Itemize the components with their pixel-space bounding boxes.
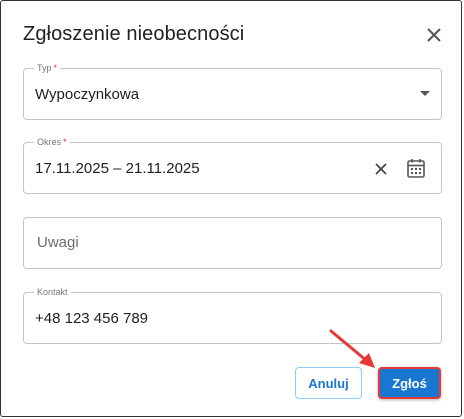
notes-placeholder: Uwagi: [37, 234, 79, 251]
period-label-text: Okres: [37, 137, 62, 147]
calendar-icon[interactable]: [406, 157, 426, 179]
required-mark: *: [63, 137, 67, 147]
contact-value: +48 123 456 789: [35, 310, 149, 327]
period-label: Okres *: [34, 136, 70, 148]
notes-field[interactable]: Uwagi: [23, 217, 442, 269]
type-select[interactable]: Typ * Wypoczynkowa: [23, 62, 442, 120]
type-value: Wypoczynkowa: [35, 86, 140, 103]
chevron-down-icon[interactable]: [420, 91, 430, 96]
close-icon[interactable]: [423, 24, 445, 46]
absence-request-dialog: Zgłoszenie nieobecności Typ * Wypoczynkow…: [0, 0, 462, 417]
type-label-text: Typ: [37, 63, 52, 73]
cancel-button[interactable]: Anuluj: [295, 367, 362, 399]
period-value: 17.11.2025 – 21.11.2025: [35, 160, 200, 177]
contact-label: Kontakt: [34, 286, 71, 298]
clear-icon[interactable]: [373, 161, 389, 177]
dialog-title: Zgłoszenie nieobecności: [23, 23, 245, 45]
period-field[interactable]: Okres * 17.11.2025 – 21.11.2025: [23, 136, 442, 194]
submit-button[interactable]: Zgłoś: [378, 367, 441, 399]
type-label: Typ *: [34, 62, 61, 74]
required-mark: *: [53, 63, 58, 73]
arrow-icon: [329, 329, 375, 368]
